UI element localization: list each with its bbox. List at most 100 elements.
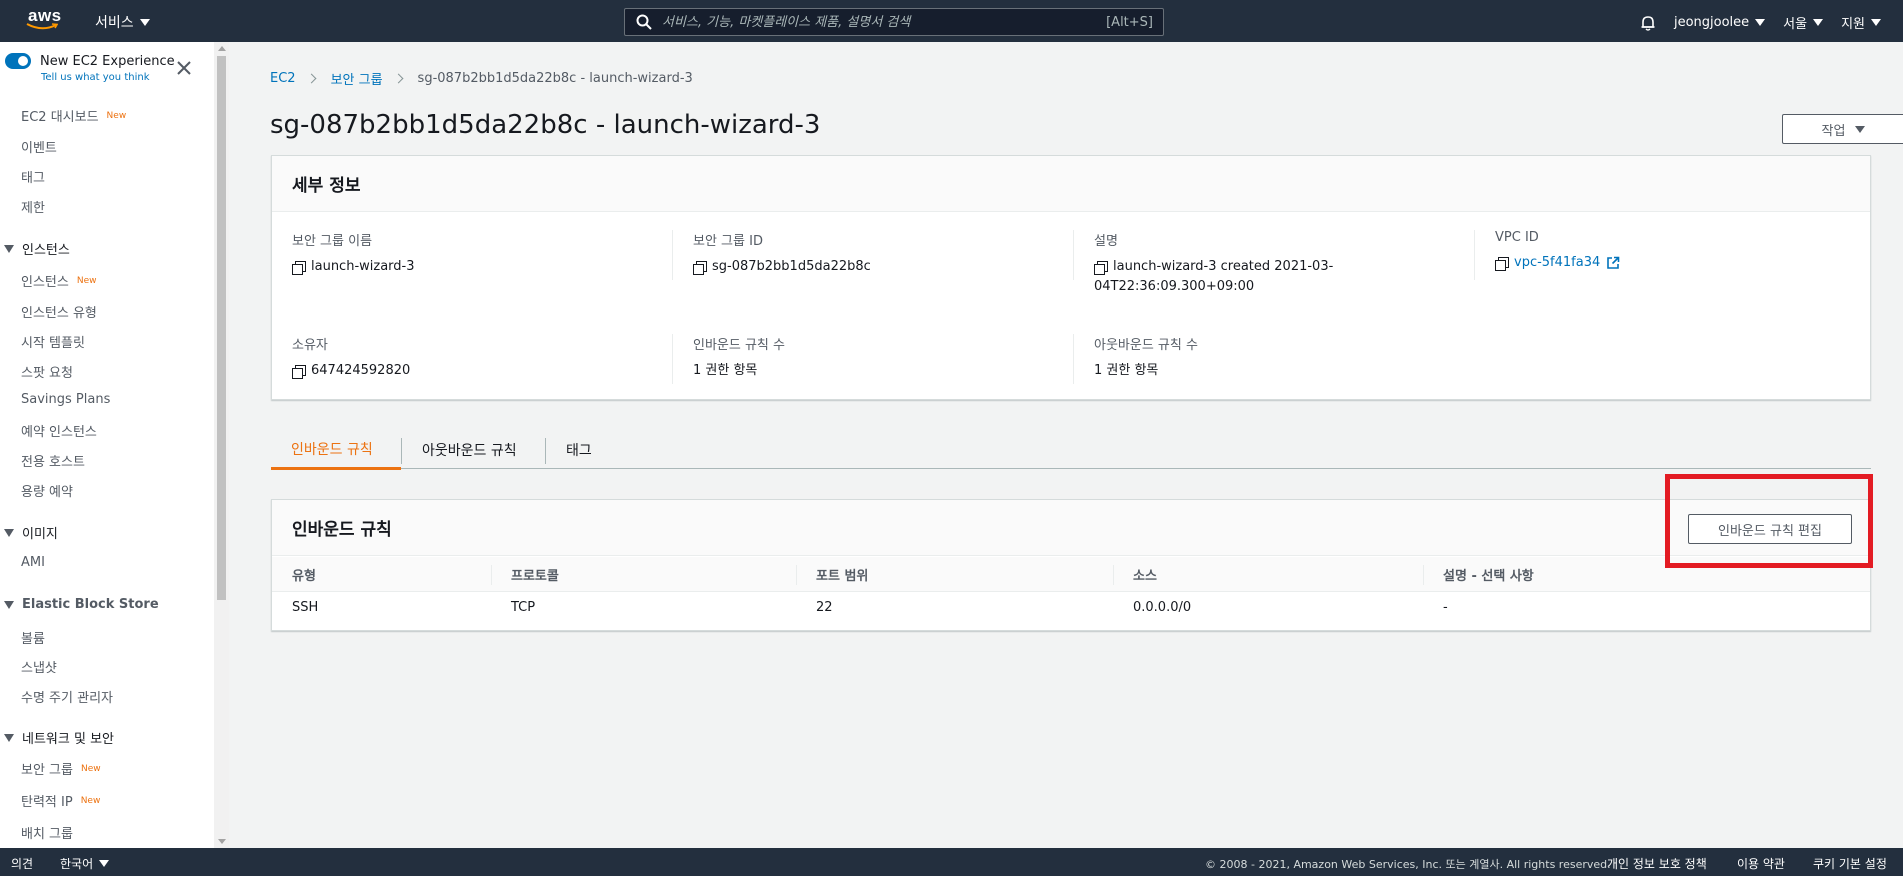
main-content: EC2 보안 그룹 sg-087b2bb1d5da22b8c - launch-… — [230, 42, 1903, 848]
caret-down-icon — [99, 860, 110, 867]
copy-icon[interactable] — [693, 261, 707, 275]
field-owner: 소유자 647424592820 — [292, 334, 410, 381]
sidebar-item-label: 제한 — [21, 201, 45, 216]
tab-outbound-rules[interactable]: 아웃바운드 규칙 — [402, 430, 537, 469]
sidebar-item-reserved-instances[interactable]: 예약 인스턴스 — [21, 421, 97, 440]
sidebar-item-elastic-ips[interactable]: 탄력적 IP New — [21, 791, 100, 810]
scrollbar-thumb[interactable] — [217, 56, 226, 600]
cell-type: SSH — [292, 599, 319, 615]
sidebar-section-instances[interactable]: 인스턴스 — [4, 239, 70, 258]
privacy-link[interactable]: 개인 정보 보호 정책 — [1607, 855, 1707, 872]
vpc-link[interactable]: vpc-5f41fa34 — [1514, 253, 1600, 273]
sidebar-item-ec2-dashboard[interactable]: EC2 대시보드 New — [21, 106, 126, 125]
sidebar-item-dedicated-hosts[interactable]: 전용 호스트 — [21, 451, 85, 470]
search-input[interactable] — [662, 14, 1107, 30]
sidebar-item-lifecycle-manager[interactable]: 수명 주기 관리자 — [21, 687, 113, 706]
column-label: 설명 - 선택 사항 — [1443, 568, 1534, 584]
cell-source: 0.0.0.0/0 — [1133, 599, 1192, 615]
sidebar-item-ami[interactable]: AMI — [21, 555, 45, 570]
caret-down-icon — [4, 733, 14, 742]
sidebar-item-savings-plans[interactable]: Savings Plans — [21, 392, 110, 407]
sidebar-item-security-groups[interactable]: 보안 그룹 New — [21, 759, 101, 778]
tab-label: 아웃바운드 규칙 — [422, 442, 517, 459]
external-link-icon[interactable] — [1606, 256, 1620, 270]
bell-icon — [1641, 15, 1655, 31]
actions-button[interactable]: 작업 — [1782, 114, 1903, 144]
edit-inbound-rules-button[interactable]: 인바운드 규칙 편집 — [1688, 514, 1852, 544]
scroll-up-icon[interactable] — [218, 46, 226, 51]
copy-icon[interactable] — [292, 261, 306, 275]
column-header-description[interactable]: 설명 - 선택 사항 — [1423, 557, 1863, 591]
tab-bar: 인바운드 규칙 아웃바운드 규칙 태그 — [271, 430, 1871, 470]
field-label: VPC ID — [1495, 230, 1539, 245]
sidebar-item-label: 스냅샷 — [21, 661, 57, 676]
breadcrumb-ec2[interactable]: EC2 — [270, 71, 296, 86]
caret-down-icon — [4, 244, 14, 253]
sidebar-item-label: EC2 대시보드 — [21, 110, 99, 125]
field-label: 인바운드 규칙 수 — [693, 338, 785, 353]
column-label: 소스 — [1133, 568, 1157, 584]
field-value-cont: 04T22:36:09.300+09:00 — [1094, 279, 1255, 294]
copy-icon[interactable] — [292, 365, 306, 379]
sidebar-item-instance-types[interactable]: 인스턴스 유형 — [21, 302, 97, 321]
sidebar-item-placement-groups[interactable]: 배치 그룹 — [21, 823, 73, 842]
column-label: 프로토콜 — [511, 568, 559, 584]
sidebar-item-launch-templates[interactable]: 시작 템플릿 — [21, 332, 85, 351]
close-icon[interactable] — [176, 60, 192, 76]
sidebar-item-spot-requests[interactable]: 스팟 요청 — [21, 362, 73, 381]
sidebar-item-capacity-reservations[interactable]: 용량 예약 — [21, 481, 73, 500]
feedback-link[interactable]: 의견 — [11, 855, 33, 872]
services-menu[interactable]: 서비스 — [95, 12, 150, 32]
field-value: launch-wizard-3 — [311, 259, 415, 274]
copy-icon[interactable] — [1495, 257, 1509, 271]
sidebar-section-images[interactable]: 이미지 — [4, 523, 58, 542]
divider — [1073, 230, 1074, 280]
sidebar-item-label: 보안 그룹 — [21, 763, 73, 778]
sidebar-item-label: Savings Plans — [21, 392, 111, 407]
field-label: 보안 그룹 이름 — [292, 234, 373, 249]
support-menu[interactable]: 지원 — [1841, 13, 1881, 32]
tab-tags[interactable]: 태그 — [546, 430, 612, 469]
aws-logo[interactable]: aws — [26, 6, 64, 36]
copy-icon[interactable] — [1094, 261, 1108, 275]
account-menu[interactable]: jeongjoolee — [1674, 15, 1766, 30]
sidebar-item-volumes[interactable]: 볼륨 — [21, 628, 45, 647]
sidebar-section-network-security[interactable]: 네트워크 및 보안 — [4, 728, 114, 747]
column-header-protocol[interactable]: 프로토콜 — [491, 557, 796, 591]
sidebar-item-label: 수명 주기 관리자 — [21, 691, 113, 706]
column-header-source[interactable]: 소스 — [1113, 557, 1423, 591]
scroll-down-icon[interactable] — [218, 839, 226, 844]
region-menu[interactable]: 서울 — [1783, 13, 1824, 32]
sidebar-scrollbar[interactable] — [214, 42, 229, 848]
feedback-link[interactable]: Tell us what you think — [41, 72, 150, 83]
field-description: 설명 launch-wizard-3 created 2021-03- 04T2… — [1094, 230, 1344, 297]
divider — [672, 334, 673, 384]
sidebar-item-tags[interactable]: 태그 — [21, 167, 45, 186]
sidebar-section-title: 인스턴스 — [22, 243, 70, 258]
sidebar-item-snapshots[interactable]: 스냅샷 — [21, 657, 57, 676]
new-experience-toggle[interactable] — [5, 53, 31, 69]
sidebar-item-label: 볼륨 — [21, 632, 45, 647]
search-box[interactable]: [Alt+S] — [624, 8, 1164, 36]
inbound-rules-header: 인바운드 규칙 — [272, 500, 1870, 556]
sidebar-item-events[interactable]: 이벤트 — [21, 137, 57, 156]
sidebar-item-instances[interactable]: 인스턴스 New — [21, 271, 96, 290]
chevron-right-icon — [306, 73, 317, 84]
region-name: 서울 — [1783, 17, 1808, 32]
terms-link[interactable]: 이용 약관 — [1737, 855, 1785, 872]
breadcrumb: EC2 보안 그룹 sg-087b2bb1d5da22b8c - launch-… — [270, 69, 693, 88]
sidebar-item-label: 시작 템플릿 — [21, 336, 85, 351]
column-header-port-range[interactable]: 포트 범위 — [796, 557, 1113, 591]
cookie-settings-link[interactable]: 쿠키 기본 설정 — [1813, 855, 1887, 872]
notifications-bell[interactable] — [1640, 15, 1656, 31]
actions-label: 작업 — [1821, 123, 1846, 139]
sidebar-item-limits[interactable]: 제한 — [21, 197, 45, 216]
language-selector[interactable]: 한국어 — [60, 855, 110, 872]
column-header-type[interactable]: 유형 — [272, 557, 491, 591]
tab-label: 태그 — [566, 442, 592, 459]
breadcrumb-security-groups[interactable]: 보안 그룹 — [331, 69, 383, 88]
new-experience-title: New EC2 Experience — [40, 54, 175, 69]
tab-inbound-rules[interactable]: 인바운드 규칙 — [271, 430, 401, 470]
sidebar-section-ebs[interactable]: Elastic Block Store — [4, 597, 159, 612]
sidebar-item-label: 스팟 요청 — [21, 366, 73, 381]
